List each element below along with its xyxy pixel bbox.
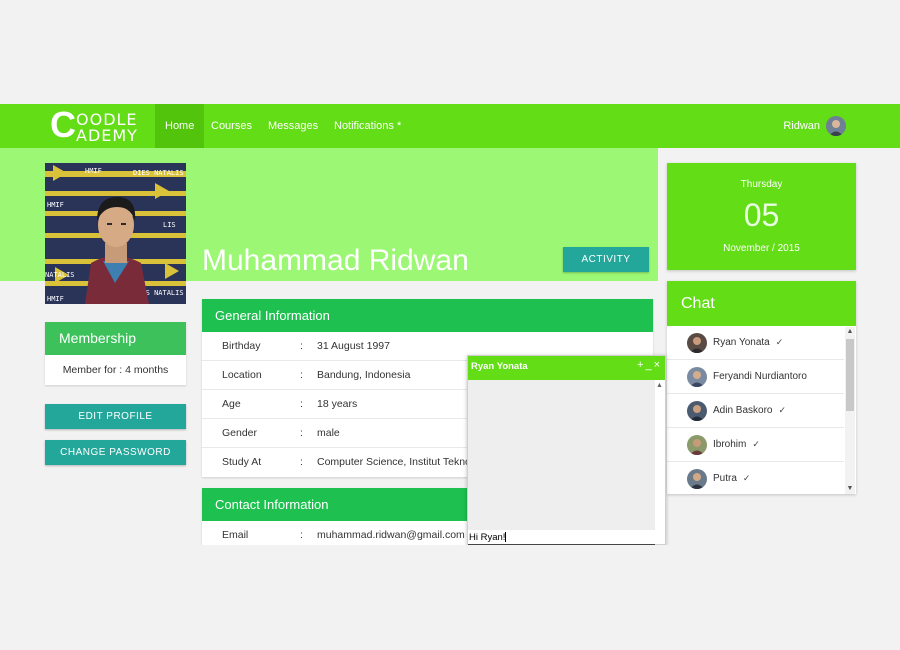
contact-avatar [687,468,707,489]
chat-message-input[interactable]: Hi Ryan! [468,530,655,545]
chat-window-title[interactable]: Ryan Yonata [468,356,665,380]
chat-contact[interactable]: Ryan Yonata ✓ [667,326,844,360]
nav-home[interactable]: Home [155,104,205,148]
check-icon: ✓ [742,473,751,483]
chat-panel: Chat Ryan Yonata ✓ Feryandi Nurdiantoro … [667,281,856,494]
info-key: Study At [222,456,262,468]
navbar: C OODLE ADEMY Home Courses Messages Noti… [0,104,900,148]
info-key: Email [222,529,249,541]
chat-messages-area [468,380,655,530]
svg-text:HMIF: HMIF [47,201,64,209]
app-viewport: C OODLE ADEMY Home Courses Messages Noti… [0,104,900,545]
info-separator: : [300,529,303,541]
info-separator: : [300,398,303,410]
info-value: 18 years [317,398,358,410]
nav-courses[interactable]: Courses [201,104,262,148]
info-value: Computer Science, Institut Teknol [317,456,474,468]
chevron-up-icon[interactable]: ▲ [656,382,663,389]
edit-profile-button[interactable]: EDIT PROFILE [45,404,186,429]
membership-duration: Member for : 4 months [62,364,169,376]
profile-name: Muhammad Ridwan [202,244,469,277]
nav-notifications[interactable]: Notifications * [324,104,411,148]
info-separator: : [300,456,303,468]
date-weekday: Thursday [740,179,783,190]
contact-name: Ibrohim [713,439,747,450]
chat-input-text: Hi Ryan! [469,532,506,543]
info-key: Location [222,369,262,381]
info-key: Birthday [222,340,261,352]
user-name: Ridwan [783,120,820,132]
chat-contact[interactable]: Putra ✓ [667,462,844,494]
chat-window-scrollbar[interactable]: ▲ [655,380,665,530]
info-value: Bandung, Indonesia [317,369,411,381]
check-icon: ✓ [752,439,760,449]
date-month-year: November / 2015 [723,243,800,254]
svg-text:NATALIS: NATALIS [45,271,75,279]
change-password-button[interactable]: CHANGE PASSWORD [45,440,186,465]
info-separator: : [300,427,303,439]
svg-text:LIS: LIS [163,221,176,229]
activity-button[interactable]: ACTIVITY [563,247,649,272]
general-information-title: General Information [202,299,653,332]
info-value: male [317,427,340,439]
contact-name: Putra [713,473,737,484]
nav-messages[interactable]: Messages [258,104,328,148]
profile-photo: HMIF DIES NATALIS HMIF LIS NATALIS DIES … [45,163,186,304]
info-key: Age [222,398,241,410]
chat-contact[interactable]: Feryandi Nurdiantoro [667,360,844,394]
chat-contact-list: Ryan Yonata ✓ Feryandi Nurdiantoro Adin … [667,326,844,494]
user-avatar [826,116,846,136]
chat-contact[interactable]: Ibrohim ✓ [667,428,844,462]
chevron-down-icon[interactable]: ▼ [845,484,855,494]
membership-card: Membership Member for : 4 months [45,322,186,385]
info-separator: : [300,369,303,381]
contact-name: Feryandi Nurdiantoro [713,371,807,382]
chat-scrollbar[interactable]: ▲ ▼ [845,327,855,494]
scroll-thumb[interactable] [846,339,854,411]
check-icon: ✓ [778,405,787,415]
contact-name: Adin Baskoro [713,405,773,416]
chat-title: Chat [667,281,856,326]
info-value: muhammad.ridwan@gmail.com [317,529,465,541]
text-caret [505,532,507,543]
chat-contact[interactable]: Adin Baskoro ✓ [667,394,844,428]
membership-title: Membership [45,322,186,355]
check-icon: ✓ [775,337,784,347]
chat-window-controls[interactable]: +_× [637,359,662,371]
contact-avatar [687,434,707,455]
contact-avatar [687,332,707,353]
info-value: 31 August 1997 [317,340,390,352]
chat-window: Ryan Yonata +_× ▲ Hi Ryan! [467,355,666,545]
info-key: Gender [222,427,258,439]
svg-text:DIES NATALIS: DIES NATALIS [133,169,184,177]
contact-avatar [687,366,707,387]
svg-text:HMIF: HMIF [85,167,102,175]
logo-mark: C [50,104,76,145]
logo-line-2: ADEMY [76,126,138,145]
date-day-number: 05 [743,197,780,233]
info-separator: : [300,340,303,352]
date-card: Thursday 05 November / 2015 [667,163,856,270]
contact-avatar [687,400,707,421]
chevron-up-icon[interactable]: ▲ [845,327,855,337]
logo[interactable]: C OODLE ADEMY [50,104,145,145]
user-menu[interactable]: Ridwan [783,104,846,148]
svg-text:HMIF: HMIF [47,295,64,303]
contact-name: Ryan Yonata [713,337,770,348]
